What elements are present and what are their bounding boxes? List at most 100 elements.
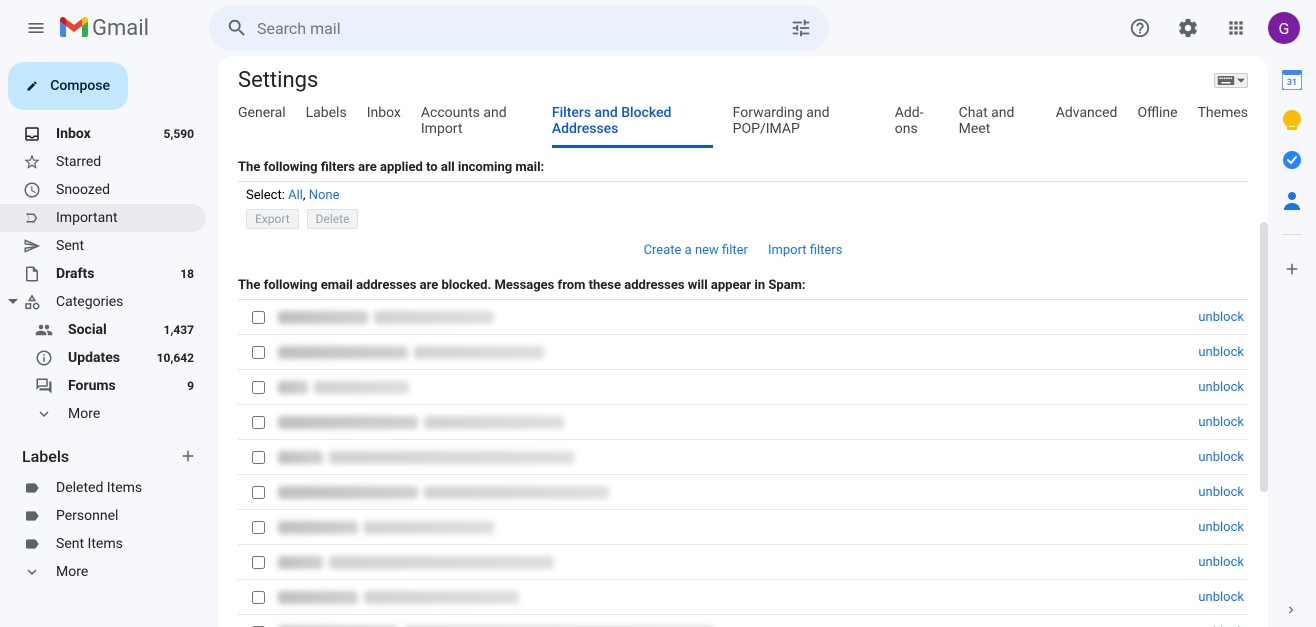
- blocked-address-row: unblock: [238, 335, 1248, 370]
- get-addons-button[interactable]: [1282, 259, 1302, 279]
- import-filters-link[interactable]: Import filters: [768, 243, 842, 258]
- main-menu-button[interactable]: [16, 8, 56, 48]
- tab-accounts-and-import[interactable]: Accounts and Import: [421, 105, 532, 148]
- label-personnel[interactable]: Personnel: [0, 502, 206, 530]
- blocked-address-row: unblock: [238, 300, 1248, 335]
- tab-add-ons[interactable]: Add-ons: [895, 105, 939, 148]
- unblock-link[interactable]: unblock: [1198, 345, 1248, 360]
- select-none-link[interactable]: None: [309, 188, 340, 203]
- sidebar-item-updates[interactable]: Updates10,642: [0, 344, 206, 372]
- tab-themes[interactable]: Themes: [1198, 105, 1248, 148]
- row-checkbox-wrap: [238, 346, 278, 359]
- search-input[interactable]: [257, 19, 781, 38]
- blocked-address-row: unblock: [238, 440, 1248, 475]
- nav-label: Starred: [56, 154, 194, 170]
- sidebar-item-starred[interactable]: Starred: [0, 148, 206, 176]
- contacts-app-button[interactable]: [1282, 190, 1302, 210]
- row-checkbox[interactable]: [252, 451, 265, 464]
- tab-offline[interactable]: Offline: [1137, 105, 1177, 148]
- nav-label: Personnel: [56, 508, 194, 524]
- tab-general[interactable]: General: [238, 105, 286, 148]
- row-checkbox[interactable]: [252, 416, 265, 429]
- tab-labels[interactable]: Labels: [306, 105, 347, 148]
- labels-more[interactable]: More: [0, 558, 206, 586]
- tab-inbox[interactable]: Inbox: [367, 105, 401, 148]
- row-checkbox[interactable]: [252, 311, 265, 324]
- help-button[interactable]: [1120, 8, 1160, 48]
- export-button[interactable]: Export: [246, 209, 299, 229]
- unblock-link[interactable]: unblock: [1198, 520, 1248, 535]
- sidebar-item-important[interactable]: Important: [0, 204, 206, 232]
- select-row: Select: All, None: [238, 188, 1248, 203]
- scrollbar-thumb[interactable]: [1260, 222, 1268, 492]
- add-label-button[interactable]: [176, 444, 200, 468]
- row-checkbox-wrap: [238, 451, 278, 464]
- unblock-link[interactable]: unblock: [1198, 310, 1248, 325]
- keep-icon: [1283, 110, 1301, 130]
- sidebar-more-categories[interactable]: More: [0, 400, 206, 428]
- logo[interactable]: Gmail: [60, 16, 149, 41]
- create-filter-link[interactable]: Create a new filter: [644, 243, 748, 258]
- label-deleted-items[interactable]: Deleted Items: [0, 474, 206, 502]
- settings-header: Settings: [218, 56, 1268, 99]
- blocked-address: [278, 555, 1198, 569]
- keep-app-button[interactable]: [1282, 110, 1302, 130]
- filter-buttons: Export Delete: [238, 209, 1248, 229]
- label-sent-items[interactable]: Sent Items: [0, 530, 206, 558]
- row-checkbox[interactable]: [252, 381, 265, 394]
- tasks-app-button[interactable]: [1282, 150, 1302, 170]
- forums-icon: [34, 376, 54, 396]
- sidebar-item-drafts[interactable]: Drafts18: [0, 260, 206, 288]
- side-panel: 31: [1268, 56, 1316, 627]
- social-icon: [34, 320, 54, 340]
- calendar-app-button[interactable]: 31: [1282, 70, 1302, 90]
- sidebar-item-categories[interactable]: Categories: [0, 288, 206, 316]
- settings-button[interactable]: [1168, 8, 1208, 48]
- row-checkbox[interactable]: [252, 556, 265, 569]
- important-icon: [22, 208, 42, 228]
- sidebar-item-snoozed[interactable]: Snoozed: [0, 176, 206, 204]
- row-checkbox[interactable]: [252, 486, 265, 499]
- blocked-address-row: unblock: [238, 510, 1248, 545]
- nav-label: Important: [56, 210, 194, 226]
- compose-button[interactable]: Compose: [8, 62, 128, 110]
- sidebar-item-inbox[interactable]: Inbox5,590: [0, 120, 206, 148]
- account-avatar[interactable]: G: [1268, 12, 1300, 44]
- select-all-link[interactable]: All: [288, 188, 303, 203]
- search-button[interactable]: [217, 8, 257, 48]
- nav-label: Forums: [68, 378, 187, 394]
- row-checkbox[interactable]: [252, 346, 265, 359]
- tab-advanced[interactable]: Advanced: [1056, 105, 1118, 148]
- search-options-button[interactable]: [781, 8, 821, 48]
- snoozed-icon: [22, 180, 42, 200]
- blocked-address: [278, 310, 1198, 324]
- plus-icon: [1283, 260, 1301, 278]
- search-bar[interactable]: [209, 5, 829, 51]
- unblock-link[interactable]: unblock: [1198, 380, 1248, 395]
- product-name: Gmail: [92, 16, 149, 41]
- unblock-link[interactable]: unblock: [1198, 485, 1248, 500]
- label-icon: [22, 478, 42, 498]
- page-title: Settings: [238, 68, 318, 93]
- unblock-link[interactable]: unblock: [1198, 450, 1248, 465]
- input-tools-button[interactable]: [1214, 73, 1248, 88]
- blocked-address: [278, 485, 1198, 499]
- row-checkbox[interactable]: [252, 591, 265, 604]
- unblock-link[interactable]: unblock: [1198, 415, 1248, 430]
- tab-filters-and-blocked-addresses[interactable]: Filters and Blocked Addresses: [552, 105, 713, 148]
- row-checkbox[interactable]: [252, 521, 265, 534]
- sidebar-item-social[interactable]: Social1,437: [0, 316, 206, 344]
- sent-icon: [22, 236, 42, 256]
- label-icon: [22, 506, 42, 526]
- unblock-link[interactable]: unblock: [1198, 555, 1248, 570]
- sidebar-item-forums[interactable]: Forums9: [0, 372, 206, 400]
- tab-chat-and-meet[interactable]: Chat and Meet: [959, 105, 1036, 148]
- apps-button[interactable]: [1216, 8, 1256, 48]
- show-side-panel-button[interactable]: [1284, 603, 1298, 617]
- nav-label: Updates: [68, 350, 157, 366]
- labels-title: Labels: [22, 447, 69, 466]
- tab-forwarding-and-pop-imap[interactable]: Forwarding and POP/IMAP: [733, 105, 875, 148]
- sidebar-item-sent[interactable]: Sent: [0, 232, 206, 260]
- delete-button[interactable]: Delete: [307, 209, 359, 229]
- unblock-link[interactable]: unblock: [1198, 590, 1248, 605]
